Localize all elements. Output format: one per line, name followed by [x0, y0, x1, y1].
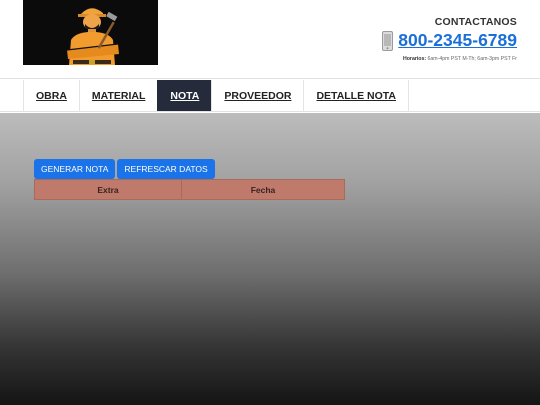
nav-item-proveedor[interactable]: PROVEEDOR	[211, 80, 303, 111]
phone-number-link[interactable]: 800-2345-6789	[398, 30, 517, 51]
nav-list: OBRA MATERIAL NOTA PROVEEDOR DETALLE NOT…	[23, 80, 409, 111]
construction-worker-icon	[23, 0, 158, 65]
content-area: GENERAR NOTA REFRESCAR DATOS Extra Fecha	[0, 113, 540, 405]
column-header-extra[interactable]: Extra	[35, 180, 182, 199]
contact-title: CONTACTANOS	[434, 16, 517, 28]
contact-block: CONTACTANOS 800-2345-6789 Horarios: 6am-…	[382, 16, 517, 62]
nav-item-material[interactable]: MATERIAL	[78, 80, 157, 111]
nav-item-obra[interactable]: OBRA	[23, 80, 79, 111]
nav-item-detalle-nota[interactable]: DETALLE NOTA	[303, 80, 409, 111]
action-buttons: GENERAR NOTA REFRESCAR DATOS	[34, 159, 217, 179]
phone-row: 800-2345-6789	[382, 30, 517, 51]
business-hours: Horarios: 6am-4pm PST M-Th; 6am-3pm PST …	[382, 56, 517, 62]
notes-table-header: Extra Fecha	[34, 179, 345, 200]
main-navigation: OBRA MATERIAL NOTA PROVEEDOR DETALLE NOT…	[0, 78, 540, 112]
refresh-data-button[interactable]: REFRESCAR DATOS	[117, 159, 215, 179]
mobile-phone-icon	[382, 30, 394, 51]
column-header-fecha[interactable]: Fecha	[182, 180, 344, 199]
site-header: CONTACTANOS 800-2345-6789 Horarios: 6am-…	[0, 0, 540, 78]
generate-note-button[interactable]: GENERAR NOTA	[34, 159, 116, 179]
hours-label: Horarios:	[403, 56, 427, 62]
company-logo[interactable]	[23, 0, 158, 65]
hours-text: 6am-4pm PST M-Th; 6am-3pm PST Fr	[427, 56, 517, 62]
nav-item-nota[interactable]: NOTA	[157, 80, 212, 111]
